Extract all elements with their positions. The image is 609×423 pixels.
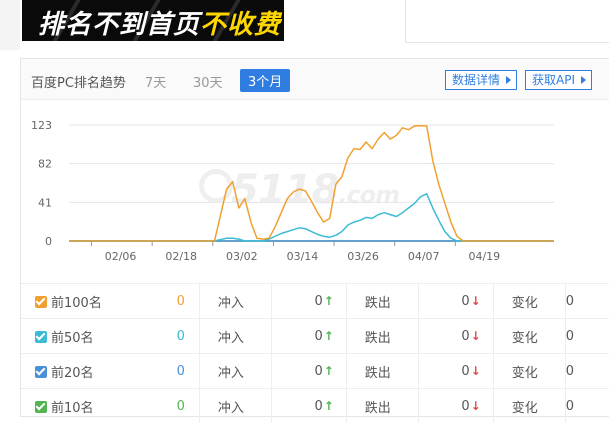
arrow-down-icon: ↓ [471, 364, 481, 378]
x-tick-label: 02/06 [105, 250, 137, 263]
change-label: 变化 [493, 354, 565, 389]
ranking-trend-panel: 百度PC排名趋势 7天 30天 3个月 数据详情 获取API 5118.com … [20, 58, 609, 417]
up-value-cell: 0↑ [271, 284, 346, 319]
arrow-down-icon: ↓ [471, 329, 481, 343]
rank-tier-cell: 前50名 0 [21, 319, 199, 354]
up-value-cell: 0↑ [271, 354, 346, 389]
down-value: 0 [461, 364, 469, 379]
change-label: 变化 [493, 319, 565, 354]
arrow-down-icon: ↓ [471, 294, 481, 308]
trend-chart: 123 82 41 0 02/06 02/18 03/02 03/14 03/26 04/07 04… [21, 59, 609, 281]
change-value: 0 [565, 319, 609, 354]
rank-tier-count: 0 [177, 294, 185, 309]
up-value-cell: 0↑ [271, 389, 346, 423]
down-value: 0 [461, 329, 469, 344]
down-value-cell: 0↓ [418, 319, 493, 354]
x-tick-label: 03/26 [347, 250, 379, 263]
promo-banner[interactable]: 排名不到首页不收费 [22, 0, 284, 41]
x-tick-label: 03/14 [287, 250, 319, 263]
checkbox-checked-icon[interactable] [35, 296, 47, 308]
down-label: 跌出 [346, 354, 418, 389]
stats-row: 前10名0冲入0↑跌出0↓变化0 [21, 389, 609, 423]
down-value: 0 [461, 294, 469, 309]
x-tick-label: 04/07 [408, 250, 440, 263]
stats-table: 前100名0冲入0↑跌出0↓变化0前50名0冲入0↑跌出0↓变化0前20名0冲入… [21, 283, 609, 423]
down-value: 0 [461, 399, 469, 414]
x-tick-label: 03/02 [226, 250, 258, 263]
down-value-cell: 0↓ [418, 389, 493, 423]
top-strip: 排名不到首页不收费 [0, 0, 609, 50]
stats-row: 前50名0冲入0↑跌出0↓变化0 [21, 319, 609, 354]
change-label: 变化 [493, 389, 565, 423]
rank-tier-cell: 前10名 0 [21, 389, 199, 423]
rank-tier-label: 前50名 [51, 331, 94, 346]
y-tick-label: 123 [31, 119, 52, 132]
checkbox-checked-icon[interactable] [35, 366, 47, 378]
down-value-cell: 0↓ [418, 354, 493, 389]
change-value: 0 [565, 389, 609, 423]
arrow-up-icon: ↑ [324, 364, 334, 378]
y-tick-label: 82 [38, 158, 52, 171]
rank-tier-cell: 前100名 0 [21, 284, 199, 319]
banner-text-highlight: 不收费 [200, 10, 281, 40]
change-value: 0 [565, 284, 609, 319]
up-value: 0 [314, 399, 322, 414]
up-label: 冲入 [199, 354, 271, 389]
right-box [405, 0, 609, 43]
rank-tier-count: 0 [177, 399, 185, 414]
series-line [69, 126, 554, 241]
checkbox-checked-icon[interactable] [35, 331, 47, 343]
down-value-cell: 0↓ [418, 284, 493, 319]
rank-tier-count: 0 [177, 364, 185, 379]
arrow-up-icon: ↑ [324, 294, 334, 308]
up-label: 冲入 [199, 319, 271, 354]
stats-row: 前100名0冲入0↑跌出0↓变化0 [21, 284, 609, 319]
down-label: 跌出 [346, 389, 418, 423]
rank-tier-label: 前100名 [51, 296, 102, 311]
y-tick-label: 41 [38, 196, 52, 209]
arrow-up-icon: ↑ [324, 329, 334, 343]
left-margin [0, 0, 20, 50]
arrow-down-icon: ↓ [471, 399, 481, 413]
arrow-up-icon: ↑ [324, 399, 334, 413]
change-label: 变化 [493, 284, 565, 319]
banner-text: 排名不到首页不收费 [38, 4, 281, 41]
up-label: 冲入 [199, 389, 271, 423]
checkbox-checked-icon[interactable] [35, 401, 47, 413]
up-value: 0 [314, 364, 322, 379]
y-tick-label: 0 [45, 235, 52, 248]
down-label: 跌出 [346, 319, 418, 354]
banner-text-main: 排名不到首页 [38, 10, 200, 40]
up-value: 0 [314, 329, 322, 344]
rank-tier-label: 前20名 [51, 366, 94, 381]
change-value: 0 [565, 354, 609, 389]
stats-row: 前20名0冲入0↑跌出0↓变化0 [21, 354, 609, 389]
up-value: 0 [314, 294, 322, 309]
x-tick-label: 02/18 [165, 250, 197, 263]
rank-tier-count: 0 [177, 329, 185, 344]
rank-tier-label: 前10名 [51, 401, 94, 416]
up-value-cell: 0↑ [271, 319, 346, 354]
x-tick-label: 04/19 [468, 250, 500, 263]
up-label: 冲入 [199, 284, 271, 319]
rank-tier-cell: 前20名 0 [21, 354, 199, 389]
down-label: 跌出 [346, 284, 418, 319]
